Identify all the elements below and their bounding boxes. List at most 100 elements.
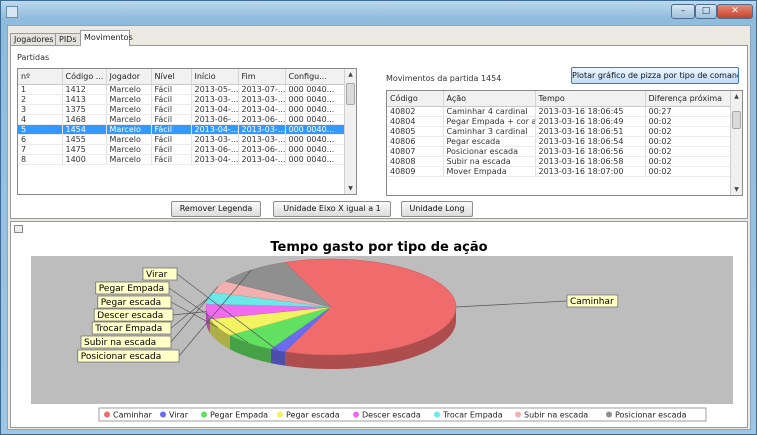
partidas-scrollbar[interactable]: ▲ ▼ bbox=[344, 69, 356, 194]
table-cell: Marcelo bbox=[106, 84, 152, 95]
table-cell: 2013-06-... bbox=[238, 114, 286, 125]
scroll-down-icon[interactable]: ▼ bbox=[345, 183, 356, 194]
scroll-thumb[interactable] bbox=[732, 111, 741, 129]
table-row[interactable]: 6 1455 Marcelo Fácil 2013-03-... 2013-03-... 0… bbox=[18, 134, 346, 145]
table-cell: 2013-04-... bbox=[238, 154, 286, 165]
partidas-column-header[interactable]: Configu... bbox=[285, 69, 346, 85]
table-cell: 2013-03-16 18:06:45 bbox=[535, 106, 646, 117]
scroll-down-icon[interactable]: ▼ bbox=[731, 184, 742, 195]
table-cell: 000 0040... bbox=[285, 144, 346, 155]
chart-title: Tempo gasto por tipo de ação bbox=[270, 240, 487, 255]
table-cell: 40807 bbox=[387, 146, 444, 157]
pie-chart: Tempo gasto por tipo de ação Caminhar Vir… bbox=[31, 240, 733, 422]
table-cell: 1475 bbox=[62, 144, 107, 155]
table-cell: 000 0040... bbox=[285, 154, 346, 165]
partidas-column-header[interactable]: Jogador bbox=[106, 69, 152, 85]
table-cell: 40802 bbox=[387, 106, 444, 117]
scroll-thumb[interactable] bbox=[346, 83, 355, 105]
callout-label: Posicionar escada bbox=[81, 352, 161, 362]
table-cell: 2013-06-... bbox=[238, 144, 286, 155]
table-cell: 2013-03-... bbox=[238, 134, 286, 145]
table-row[interactable]: 7 1475 Marcelo Fácil 2013-06-... 2013-06-... 0… bbox=[18, 144, 346, 155]
movimentos-column-header[interactable]: Diferença próxima bbox=[645, 91, 732, 107]
table-row[interactable]: 40808 Subir na escada 2013-03-16 18:06:58 0… bbox=[387, 156, 732, 167]
scroll-up-icon[interactable]: ▲ bbox=[731, 91, 742, 102]
table-cell: 40806 bbox=[387, 136, 444, 147]
callout-label: Virar bbox=[146, 270, 168, 280]
partidas-label: Partidas bbox=[17, 53, 50, 62]
table-cell: Marcelo bbox=[106, 144, 152, 155]
legend-entry: Pegar escada bbox=[286, 411, 340, 420]
legend-swatch bbox=[201, 411, 207, 418]
remove-legend-button[interactable]: Remover Legenda bbox=[171, 201, 261, 217]
unit-long-button[interactable]: Unidade Long bbox=[401, 201, 473, 217]
legend-swatch bbox=[434, 411, 440, 418]
table-cell: 40805 bbox=[387, 126, 444, 137]
axis-unit-button[interactable]: Unidade Eixo X igual a 1 bbox=[273, 201, 391, 217]
table-row[interactable]: 1 1412 Marcelo Fácil 2013-05-... 2013-07-... 0… bbox=[18, 84, 346, 95]
table-cell: 40804 bbox=[387, 116, 444, 127]
table-row[interactable]: 3 1375 Marcelo Fácil 2013-04-... 2013-04-... 0… bbox=[18, 104, 346, 115]
movimentos-column-header[interactable]: Ação bbox=[443, 91, 536, 107]
table-cell: Marcelo bbox=[106, 94, 152, 105]
table-row[interactable]: 5 1454 Marcelo Fácil 2013-04-... 2013-03-... 0… bbox=[18, 124, 346, 135]
close-button[interactable]: ✕ bbox=[717, 4, 753, 19]
chart-legend: Caminhar Virar Pegar Empada Pegar escada Des… bbox=[98, 407, 707, 422]
partidas-column-header[interactable]: nº bbox=[18, 69, 63, 85]
scroll-up-icon[interactable]: ▲ bbox=[345, 69, 356, 80]
table-cell: 2013-03-16 18:06:51 bbox=[535, 126, 646, 137]
table-cell: 2013-05-... bbox=[191, 84, 239, 95]
table-cell: 2013-03-16 18:07:00 bbox=[535, 166, 646, 177]
table-cell: 1400 bbox=[62, 154, 107, 165]
partidas-column-header[interactable]: Nível bbox=[151, 69, 192, 85]
table-cell: 3 bbox=[18, 104, 63, 115]
tab-movimentos[interactable]: Movimentos bbox=[80, 30, 133, 46]
table-cell: 00:27 bbox=[645, 106, 732, 117]
movimentos-column-header[interactable]: Tempo bbox=[535, 91, 646, 107]
partidas-column-header[interactable]: Código ... bbox=[62, 69, 107, 85]
table-row[interactable]: 8 1400 Marcelo Fácil 2013-04-... 2013-04-... 0… bbox=[18, 154, 346, 165]
table-cell: Subir na escada bbox=[443, 156, 536, 167]
table-cell: 2013-03-16 18:06:58 bbox=[535, 156, 646, 167]
table-cell: 2 bbox=[18, 94, 63, 105]
legend-swatch bbox=[160, 411, 166, 418]
table-cell: Posicionar escada bbox=[443, 146, 536, 157]
chart-panel: Tempo gasto por tipo de ação Caminhar Vir… bbox=[10, 221, 748, 428]
legend-swatch bbox=[606, 411, 612, 418]
partidas-column-header[interactable]: Início bbox=[191, 69, 239, 85]
table-cell: 7 bbox=[18, 144, 63, 155]
legend-entry: Posicionar escada bbox=[615, 411, 687, 420]
table-cell: Marcelo bbox=[106, 154, 152, 165]
movimentos-column-header[interactable]: Código bbox=[387, 91, 444, 107]
table-row[interactable]: 4 1468 Marcelo Fácil 2013-06-... 2013-06-... 0… bbox=[18, 114, 346, 125]
partidas-column-header[interactable]: Fim bbox=[238, 69, 286, 85]
table-row[interactable]: 40805 Caminhar 3 cardinal 2013-03-16 18:06… bbox=[387, 126, 732, 137]
table-row[interactable]: 40806 Pegar escada 2013-03-16 18:06:54 00:0… bbox=[387, 136, 732, 147]
table-cell: Fácil bbox=[151, 114, 192, 125]
table-cell: 00:02 bbox=[645, 136, 732, 147]
title-bar[interactable]: – □ ✕ bbox=[1, 1, 756, 23]
table-cell: 000 0040... bbox=[285, 124, 346, 135]
maximize-button[interactable]: □ bbox=[695, 4, 717, 19]
movimentos-scrollbar[interactable]: ▲ ▼ bbox=[730, 91, 742, 195]
table-cell: 2013-06-... bbox=[191, 114, 239, 125]
table-cell: 00:02 bbox=[645, 156, 732, 167]
table-cell: Marcelo bbox=[106, 114, 152, 125]
table-cell: 40809 bbox=[387, 166, 444, 177]
table-cell: 00:02 bbox=[645, 116, 732, 127]
table-row[interactable]: 40809 Mover Empada 2013-03-16 18:07:00 00:0… bbox=[387, 166, 732, 177]
app-window: – □ ✕ Jogadores PIDs Movimentos Partidas… bbox=[0, 0, 757, 435]
movimentos-table: Código Ação Tempo Diferença próxima 40802 Ca… bbox=[386, 90, 743, 196]
plot-pie-chart-button[interactable]: Plotar gráfico de pizza por tipo de coma… bbox=[571, 67, 739, 84]
legend-entry: Virar bbox=[169, 411, 189, 420]
table-row[interactable]: 40804 Pegar Empada + cor a 2013-03-16 18:0… bbox=[387, 116, 732, 127]
table-row[interactable]: 2 1413 Marcelo Fácil 2013-03-... 2013-03-... 0… bbox=[18, 94, 346, 105]
table-cell: Fácil bbox=[151, 94, 192, 105]
table-cell: 2013-04-... bbox=[191, 104, 239, 115]
minimize-button[interactable]: – bbox=[671, 4, 695, 19]
table-cell: 2013-03-16 18:06:54 bbox=[535, 136, 646, 147]
table-row[interactable]: 40807 Posicionar escada 2013-03-16 18:06:5… bbox=[387, 146, 732, 157]
table-row[interactable]: 40802 Caminhar 4 cardinal 2013-03-16 18:06… bbox=[387, 106, 732, 117]
table-cell: 1375 bbox=[62, 104, 107, 115]
table-cell: 000 0040... bbox=[285, 114, 346, 125]
